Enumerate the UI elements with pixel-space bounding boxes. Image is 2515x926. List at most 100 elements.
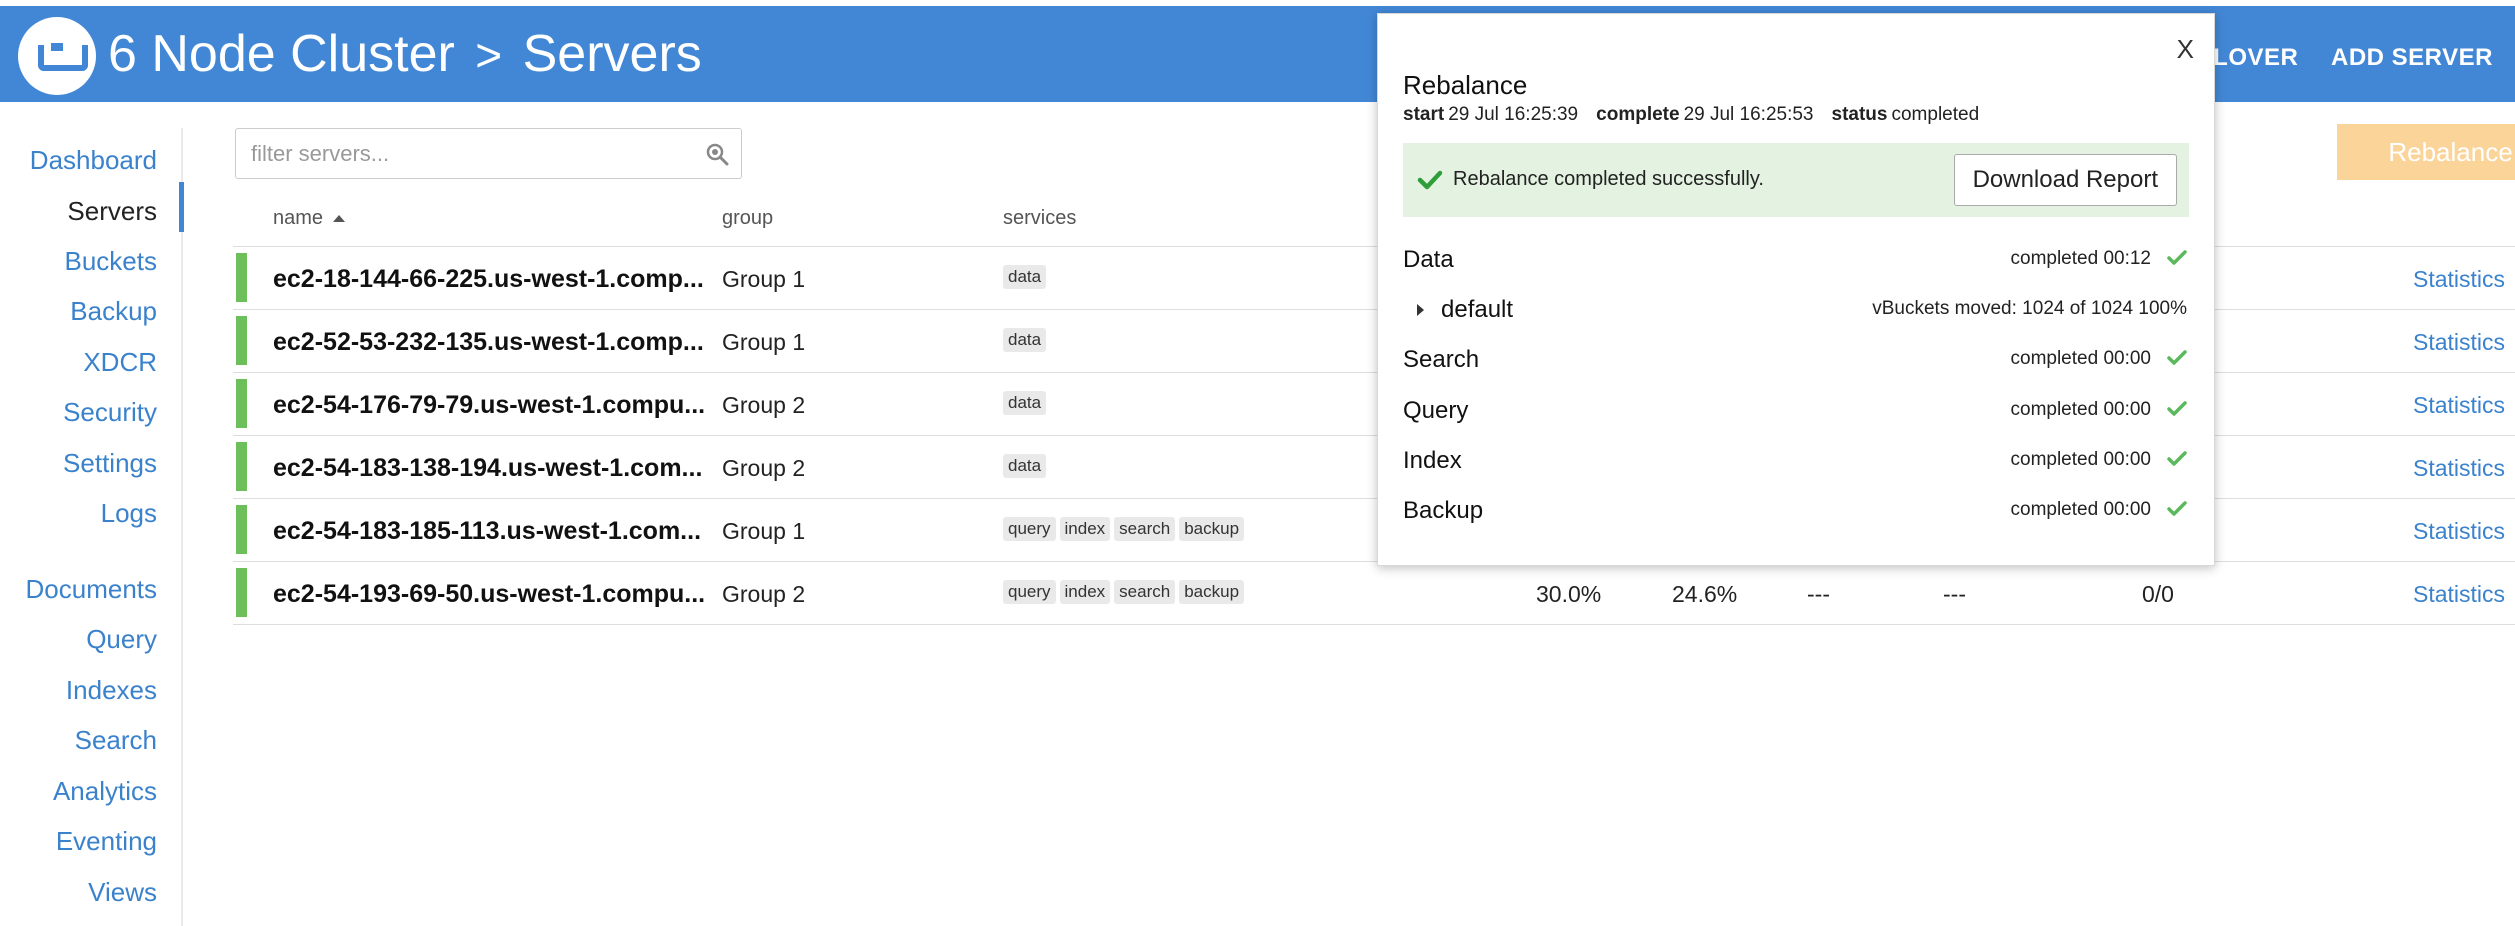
sidebar-item-eventing[interactable]: Eventing	[56, 826, 157, 857]
server-status-indicator	[236, 253, 247, 302]
server-name[interactable]: ec2-54-176-79-79.us-west-1.compu...	[273, 391, 705, 420]
service-tag: index	[1059, 517, 1111, 541]
status-label: status	[1831, 104, 1888, 125]
service-tag: backup	[1179, 580, 1245, 604]
sort-ascending-icon	[333, 215, 346, 223]
bucket-row-default[interactable]: default vBuckets moved: 1024 of 1024 100…	[1403, 291, 2189, 331]
service-name: Backup	[1403, 497, 1484, 524]
sidebar-item-dashboard[interactable]: Dashboard	[30, 145, 157, 176]
service-tag: index	[1059, 580, 1111, 604]
column-header-group[interactable]: group	[722, 207, 773, 230]
disk-usage: ---	[1943, 581, 1966, 607]
service-status: completed 00:00	[2010, 499, 2152, 520]
server-group: Group 1	[722, 329, 806, 355]
sidebar-item-query[interactable]: Query	[86, 624, 157, 655]
sidebar-item-analytics[interactable]: Analytics	[53, 776, 157, 807]
service-status: completed 00:12	[2010, 248, 2152, 269]
server-group: Group 1	[722, 518, 806, 544]
close-button[interactable]: X	[2177, 34, 2194, 65]
column-header-services[interactable]: services	[1003, 207, 1076, 230]
cluster-name[interactable]: 6 Node Cluster	[108, 25, 455, 83]
service-row-search: Search completed 00:00	[1403, 341, 2189, 381]
cpu-usage: 30.0%	[1536, 581, 1602, 607]
sidebar-item-documents[interactable]: Documents	[26, 574, 158, 605]
service-status: completed 00:00	[2010, 348, 2152, 369]
breadcrumb-separator: >	[475, 29, 503, 81]
service-tag: data	[1003, 328, 1047, 352]
add-server-button[interactable]: ADD SERVER	[2331, 44, 2493, 72]
success-message: Rebalance completed successfully.	[1453, 168, 1764, 190]
sidebar-item-logs[interactable]: Logs	[101, 498, 157, 529]
check-icon	[2167, 401, 2187, 416]
service-tag: search	[1114, 580, 1176, 604]
couchbase-logo-icon[interactable]	[18, 17, 96, 95]
service-tags: data	[1003, 391, 1047, 415]
service-name: Index	[1403, 447, 1462, 474]
statistics-link[interactable]: Statistics	[2413, 518, 2505, 545]
service-tag: query	[1003, 580, 1056, 604]
sidebar-item-indexes[interactable]: Indexes	[66, 675, 157, 706]
filter-servers-box	[235, 128, 742, 179]
service-tags: query index search backup	[1003, 517, 1245, 541]
server-group: Group 2	[722, 581, 806, 607]
service-name: Data	[1403, 246, 1454, 273]
server-group: Group 2	[722, 392, 806, 418]
statistics-link[interactable]: Statistics	[2413, 455, 2505, 482]
server-group: Group 1	[722, 266, 806, 292]
service-row-data: Data completed 00:12	[1403, 241, 2189, 281]
sidebar-item-buckets[interactable]: Buckets	[65, 246, 158, 277]
statistics-link[interactable]: Statistics	[2413, 266, 2505, 293]
server-status-indicator	[236, 442, 247, 491]
sidebar-item-backup[interactable]: Backup	[70, 296, 157, 327]
ram-usage: 24.6%	[1672, 581, 1738, 607]
service-status: completed 00:00	[2010, 449, 2152, 470]
sidebar-item-search[interactable]: Search	[75, 725, 157, 756]
sidebar-item-xdcr[interactable]: XDCR	[83, 347, 157, 378]
table-row[interactable]: ec2-54-193-69-50.us-west-1.compu... Grou…	[233, 562, 2515, 625]
sidebar-item-security[interactable]: Security	[63, 397, 157, 428]
server-name[interactable]: ec2-54-183-185-113.us-west-1.com...	[273, 517, 701, 546]
service-tags: data	[1003, 328, 1047, 352]
bucket-name: default	[1441, 296, 1514, 323]
filter-servers-input[interactable]	[236, 129, 741, 178]
service-tags: data	[1003, 454, 1047, 478]
statistics-link[interactable]: Statistics	[2413, 329, 2505, 356]
rebalance-report-popup: X Rebalance start 29 Jul 16:25:39 complete…	[1377, 13, 2215, 566]
sidebar-item-settings[interactable]: Settings	[63, 448, 157, 479]
failover-button[interactable]: ILOVER	[2206, 44, 2298, 72]
service-row-query: Query completed 00:00	[1403, 392, 2189, 432]
items-count: 0/0	[2142, 581, 2174, 607]
sidebar-item-views[interactable]: Views	[88, 877, 157, 908]
expand-caret-icon[interactable]	[1417, 304, 1424, 316]
column-header-name[interactable]: name	[273, 207, 346, 230]
server-status-indicator	[236, 316, 247, 365]
start-label: start	[1403, 104, 1445, 125]
swap-usage: ---	[1807, 581, 1830, 607]
server-name[interactable]: ec2-54-183-138-194.us-west-1.com...	[273, 454, 702, 483]
service-tag: query	[1003, 517, 1056, 541]
sidebar-item-servers[interactable]: Servers	[67, 196, 157, 227]
service-tags: query index search backup	[1003, 580, 1245, 604]
server-status-indicator	[236, 568, 247, 617]
search-icon[interactable]	[705, 142, 729, 166]
server-group: Group 2	[722, 455, 806, 481]
rebalance-meta: start 29 Jul 16:25:39 complete 29 Jul 16:25…	[1403, 104, 1979, 126]
page-title: 6 Node Cluster > Servers	[108, 26, 702, 83]
server-status-indicator	[236, 505, 247, 554]
server-name[interactable]: ec2-52-53-232-135.us-west-1.comp...	[273, 328, 704, 357]
server-status-indicator	[236, 379, 247, 428]
complete-label: complete	[1596, 104, 1680, 125]
statistics-link[interactable]: Statistics	[2413, 392, 2505, 419]
download-report-button[interactable]: Download Report	[1953, 154, 2177, 206]
service-tag: data	[1003, 454, 1047, 478]
service-tags: data	[1003, 265, 1047, 289]
server-name[interactable]: ec2-54-193-69-50.us-west-1.compu...	[273, 580, 705, 609]
check-icon	[1417, 170, 1443, 190]
rebalance-button[interactable]: Rebalance	[2337, 124, 2515, 180]
service-name: Search	[1403, 346, 1480, 373]
success-alert: Rebalance completed successfully. Downlo…	[1403, 143, 2189, 217]
statistics-link[interactable]: Statistics	[2413, 581, 2505, 608]
service-status: completed 00:00	[2010, 399, 2152, 420]
server-name[interactable]: ec2-18-144-66-225.us-west-1.comp...	[273, 265, 704, 294]
service-row-backup: Backup completed 00:00	[1403, 492, 2189, 532]
